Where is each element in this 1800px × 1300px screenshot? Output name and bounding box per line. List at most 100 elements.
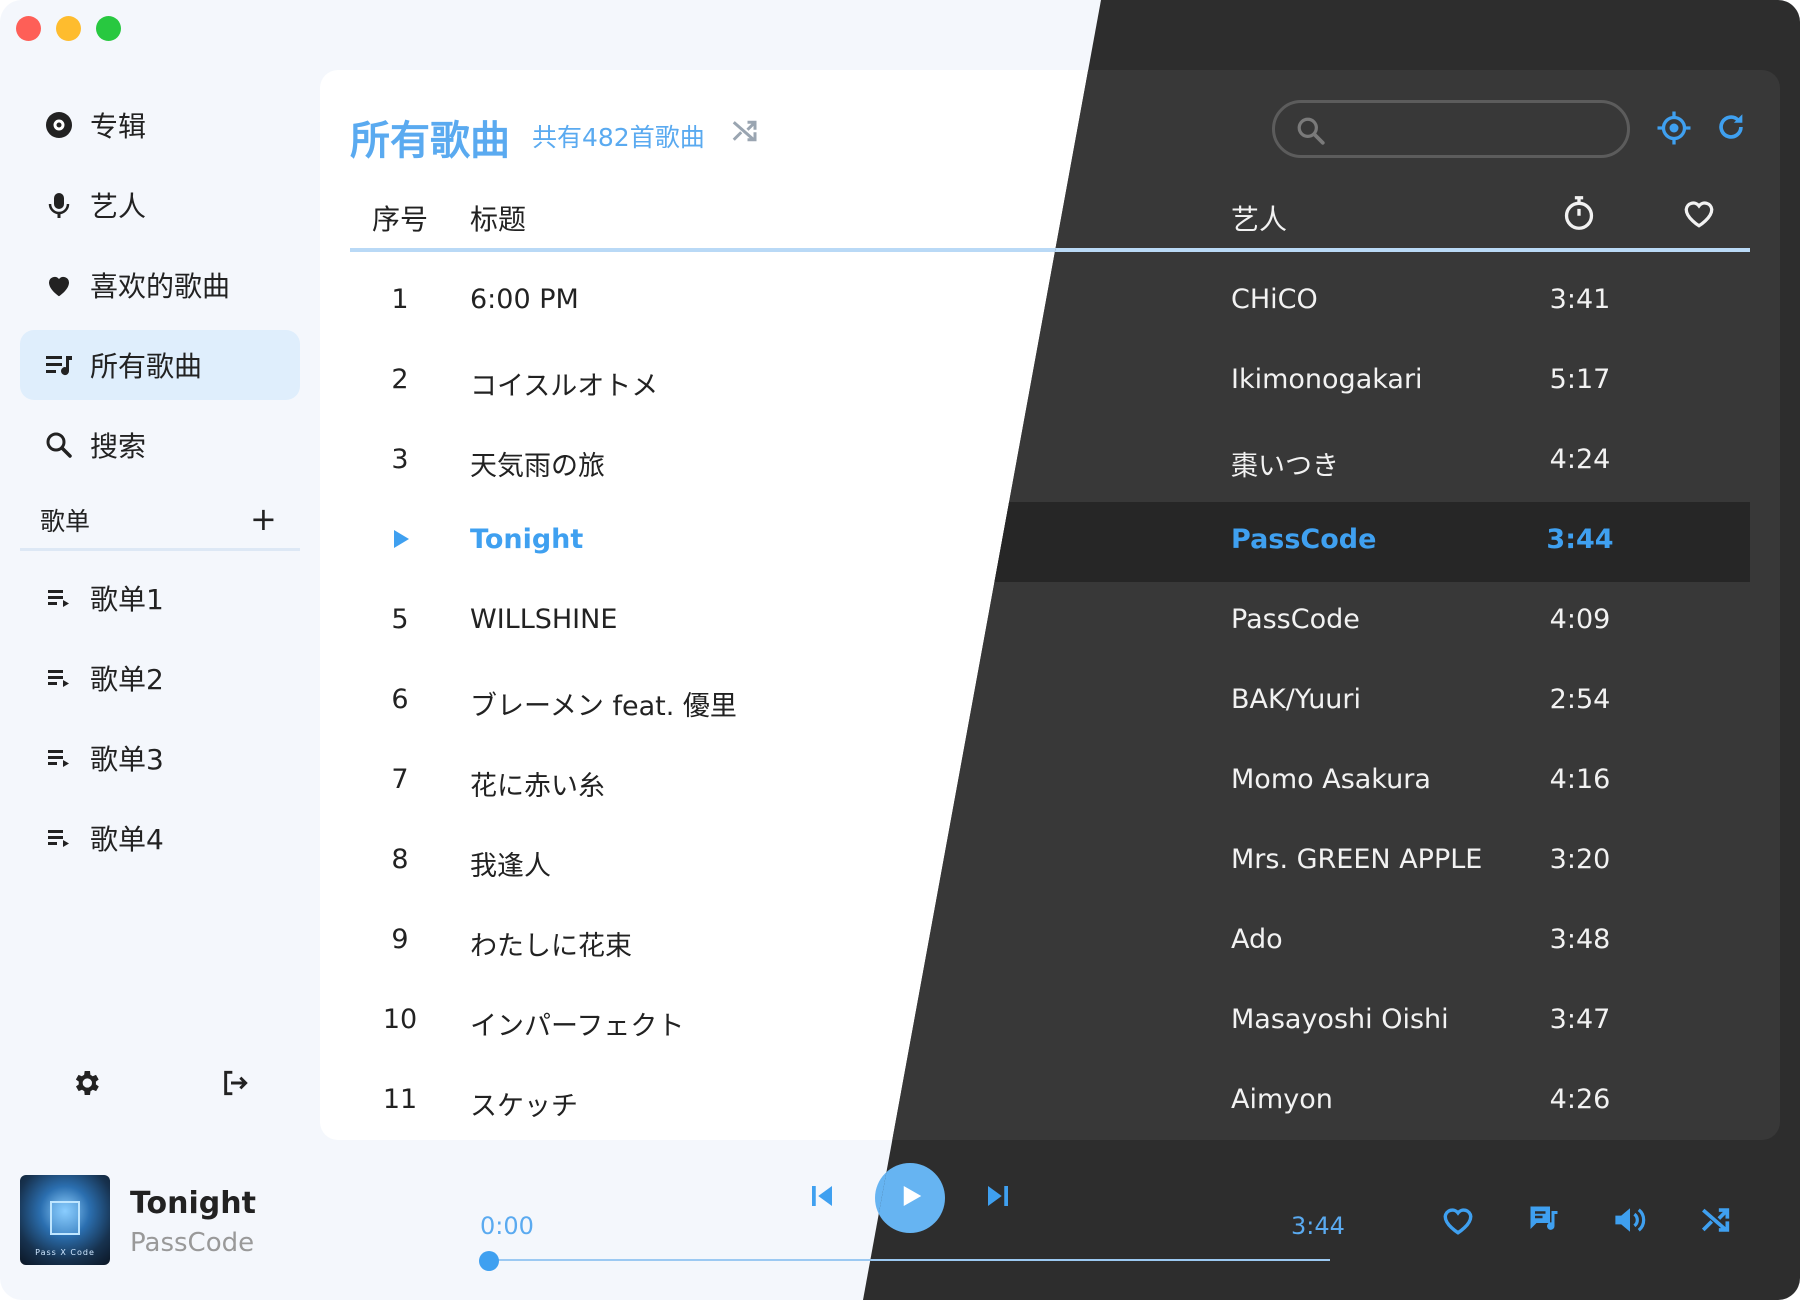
song-title: WILLSHINE xyxy=(470,604,618,635)
sidebar-item-playlist-3[interactable]: 歌单3 xyxy=(20,723,300,793)
song-duration: 3:41 xyxy=(1549,284,1611,315)
song-artist[interactable]: Aimyon xyxy=(1231,1084,1333,1115)
song-title: 花に赤い糸 xyxy=(470,771,605,802)
column-header-title[interactable]: 标题 xyxy=(470,198,526,238)
song-artist[interactable]: Momo Asakura xyxy=(1231,764,1431,795)
song-title: わたしに花束 xyxy=(470,931,632,962)
song-number: 6 xyxy=(391,684,409,715)
playlist-icon xyxy=(42,821,76,855)
sidebar-item-label: 歌单4 xyxy=(90,823,164,856)
current-time: 0:00 xyxy=(480,1212,534,1240)
sidebar-item-label: 艺人 xyxy=(90,190,147,223)
skip-next-icon xyxy=(983,1181,1013,1215)
song-artist[interactable]: BAK/Yuuri xyxy=(1231,684,1361,715)
logout-icon xyxy=(219,1067,251,1103)
search-icon xyxy=(42,428,76,462)
search-icon xyxy=(1296,116,1326,150)
total-time: 3:44 xyxy=(1291,1212,1345,1240)
song-title: ブレーメン feat. 優里 xyxy=(470,691,737,722)
sidebar-item-label: 搜索 xyxy=(90,430,147,463)
gear-icon xyxy=(70,1067,102,1103)
song-duration: 4:24 xyxy=(1549,444,1611,475)
sidebar-item-label: 歌单1 xyxy=(90,583,164,616)
album-icon xyxy=(42,108,76,142)
song-duration: 3:47 xyxy=(1549,1004,1611,1035)
refresh-button[interactable] xyxy=(1714,110,1748,148)
song-artist[interactable]: PassCode xyxy=(1231,604,1360,635)
song-duration: 4:09 xyxy=(1549,604,1611,635)
sidebar-item-artists[interactable]: 艺人 xyxy=(20,170,300,240)
song-title: Tonight xyxy=(470,524,584,555)
song-title: スケッチ xyxy=(470,1091,578,1122)
heart-icon xyxy=(42,268,76,302)
page-title: 所有歌曲 xyxy=(350,118,510,164)
playlist-icon xyxy=(42,661,76,695)
album-cover[interactable]: Pass X Code xyxy=(20,1175,110,1265)
sidebar-item-label: 歌单3 xyxy=(90,743,164,776)
song-artist[interactable]: PassCode xyxy=(1231,524,1376,555)
sidebar-item-label: 喜欢的歌曲 xyxy=(90,270,231,303)
heart-outline-icon[interactable] xyxy=(1682,197,1716,236)
song-number: 5 xyxy=(391,604,409,635)
volume-icon xyxy=(1611,1202,1649,1242)
song-number: 9 xyxy=(391,924,409,955)
song-duration: 4:16 xyxy=(1549,764,1611,795)
now-playing-artist: PassCode xyxy=(130,1228,255,1258)
song-duration: 3:48 xyxy=(1549,924,1611,955)
song-artist[interactable]: Ado xyxy=(1231,924,1283,955)
song-artist[interactable]: Mrs. GREEN APPLE xyxy=(1231,844,1482,875)
music-list-icon xyxy=(42,348,76,382)
settings-button[interactable] xyxy=(66,1065,106,1105)
sidebar-item-search[interactable]: 搜索 xyxy=(20,410,300,480)
shuffle-icon xyxy=(1699,1203,1733,1241)
sidebar-item-favorites[interactable]: 喜欢的歌曲 xyxy=(20,250,300,320)
stopwatch-icon[interactable] xyxy=(1562,195,1596,238)
playlist-icon xyxy=(42,581,76,615)
song-title: 6:00 PM xyxy=(470,284,579,315)
sidebar-item-playlist-4[interactable]: 歌单4 xyxy=(20,803,300,873)
sidebar-item-albums[interactable]: 专辑 xyxy=(20,90,300,160)
heart-outline-icon xyxy=(1441,1204,1475,1240)
song-artist[interactable]: Ikimonogakari xyxy=(1231,364,1423,395)
shuffle-icon xyxy=(730,120,760,150)
shuffle-mode-button[interactable] xyxy=(1692,1198,1740,1246)
song-title: 我逢人 xyxy=(470,851,551,882)
now-playing-title: Tonight xyxy=(130,1186,256,1221)
add-playlist-button[interactable]: + xyxy=(250,501,277,537)
progress-thumb[interactable] xyxy=(479,1251,499,1271)
column-header-artist[interactable]: 艺人 xyxy=(1231,198,1287,238)
song-artist[interactable]: Masayoshi Oishi xyxy=(1231,1004,1449,1035)
shuffle-all-button[interactable] xyxy=(730,116,762,148)
sidebar-item-all-songs[interactable]: 所有歌曲 xyxy=(20,330,300,400)
song-number: 10 xyxy=(382,1004,418,1035)
window-minimize-button[interactable] xyxy=(56,16,81,41)
favorite-button[interactable] xyxy=(1436,1200,1480,1244)
song-duration: 2:54 xyxy=(1549,684,1611,715)
sidebar-item-label: 所有歌曲 xyxy=(90,350,203,383)
window-zoom-button[interactable] xyxy=(96,16,121,41)
sidebar-item-playlist-1[interactable]: 歌单1 xyxy=(20,563,300,633)
song-number: 11 xyxy=(382,1084,418,1115)
playlist-icon xyxy=(42,741,76,775)
lyrics-icon xyxy=(1526,1202,1562,1242)
next-button[interactable] xyxy=(976,1178,1020,1218)
logout-button[interactable] xyxy=(215,1065,255,1105)
volume-button[interactable] xyxy=(1606,1198,1654,1246)
window-close-button[interactable] xyxy=(16,16,41,41)
song-artist[interactable]: CHiCO xyxy=(1231,284,1318,315)
playlists-divider xyxy=(20,548,300,551)
locate-current-button[interactable] xyxy=(1656,110,1692,150)
song-duration: 5:17 xyxy=(1549,364,1611,395)
column-header-number: 序号 xyxy=(371,203,428,236)
song-title: コイスルオトメ xyxy=(470,371,659,402)
play-icon xyxy=(895,1181,925,1215)
previous-button[interactable] xyxy=(800,1178,844,1218)
song-title: 天気雨の旅 xyxy=(470,451,605,482)
microphone-icon xyxy=(42,188,76,222)
song-number: 1 xyxy=(391,284,409,315)
lyrics-button[interactable] xyxy=(1520,1198,1568,1246)
song-duration: 3:44 xyxy=(1546,524,1614,555)
sidebar-item-playlist-2[interactable]: 歌单2 xyxy=(20,643,300,713)
song-artist[interactable]: 棗いつき xyxy=(1231,444,1339,483)
skip-previous-icon xyxy=(807,1181,837,1215)
